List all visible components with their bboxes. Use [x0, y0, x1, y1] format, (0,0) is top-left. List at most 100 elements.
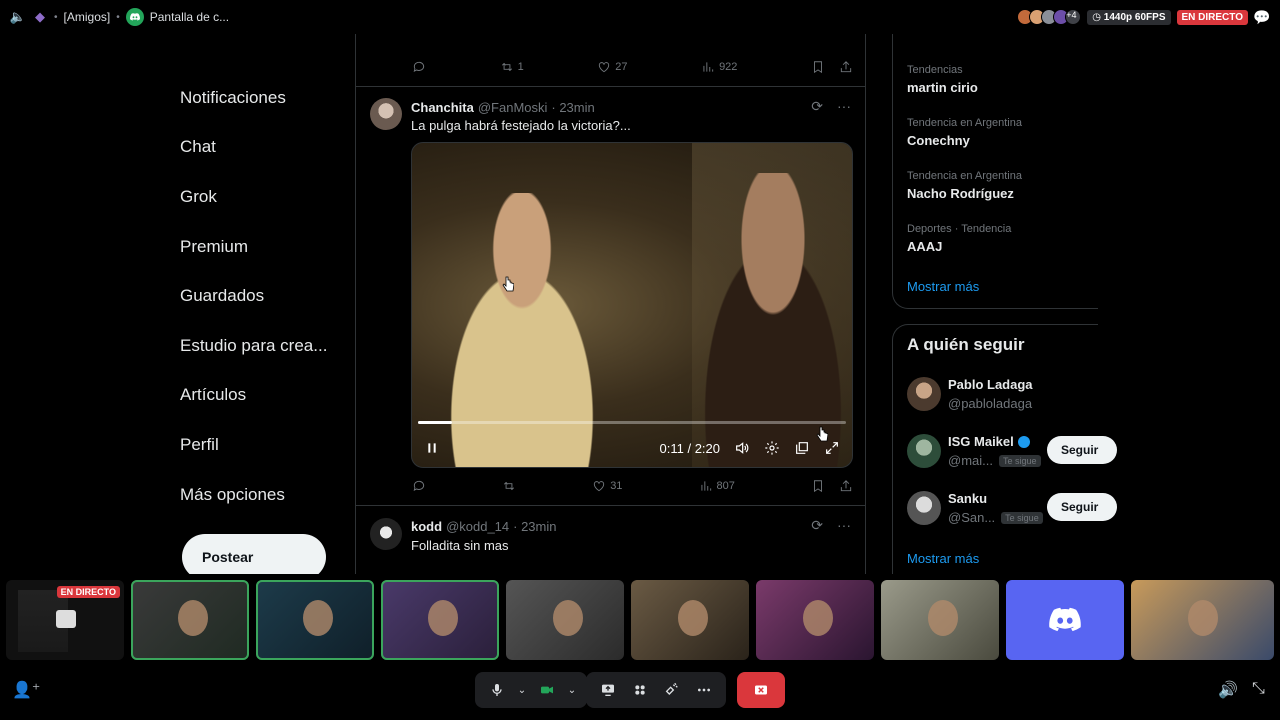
author-name[interactable]: Chanchita — [411, 100, 474, 115]
follow-button[interactable]: Seguir — [1047, 436, 1117, 464]
more-icon[interactable]: ··· — [837, 517, 851, 534]
follow-suggestion[interactable]: Pablo Ladaga @pabloladaga — [907, 377, 1107, 417]
volume-icon[interactable] — [734, 440, 750, 456]
trend-category: Tendencias — [907, 64, 963, 76]
trend-item[interactable]: Tendencias martin cirio — [907, 64, 978, 95]
chat-bubble-icon[interactable]: 💬 — [1253, 9, 1270, 25]
bookmark-icon[interactable] — [811, 479, 825, 493]
screen-share-icon — [602, 684, 614, 696]
participant-tile[interactable] — [506, 580, 624, 660]
disconnect-button[interactable] — [737, 672, 785, 708]
viewer-avatars[interactable]: +4 — [1017, 9, 1082, 25]
tweet-time[interactable]: · 23min — [551, 100, 594, 115]
follow-suggestion[interactable]: Sanku @San... Te sigue Seguir — [907, 491, 1117, 531]
like-button[interactable]: 31 — [592, 479, 622, 493]
follow-button[interactable]: Seguir — [1047, 493, 1117, 521]
trend-item[interactable]: Tendencia en Argentina Conechny — [907, 117, 1022, 148]
video-progress-bar[interactable] — [418, 421, 846, 424]
author-handle[interactable]: @kodd_14 — [446, 519, 509, 534]
more-icon[interactable]: ··· — [837, 98, 851, 115]
reply-button[interactable] — [412, 479, 426, 493]
fullscreen-icon[interactable] — [824, 440, 840, 456]
participant-tile[interactable] — [881, 580, 999, 660]
volume-icon[interactable]: 🔊 — [1218, 680, 1238, 700]
participant-tile[interactable] — [756, 580, 874, 660]
activities-button[interactable] — [626, 676, 654, 704]
stream-view[interactable]: Notificaciones Chat Grok Premium Guardad… — [0, 34, 1280, 574]
repost-button[interactable]: 1 — [500, 60, 524, 74]
follows-you-badge: Te sigue — [998, 454, 1041, 467]
views-button[interactable]: 922 — [701, 60, 737, 74]
panel-title: A quién seguir — [907, 335, 1025, 354]
participant-tile-no-video[interactable] — [1006, 580, 1124, 660]
author-handle[interactable]: @FanMoski — [478, 100, 548, 115]
author-name[interactable]: kodd — [411, 519, 442, 534]
nav-item-bookmarks[interactable]: Guardados — [180, 286, 264, 306]
chevron-down-icon[interactable]: ⌄ — [515, 676, 529, 704]
participant-tile[interactable] — [131, 580, 249, 660]
video-player[interactable]: 0:11 / 2:20 — [411, 142, 853, 468]
speaker-mute-icon[interactable]: 🔈 — [10, 9, 26, 25]
pause-icon[interactable] — [424, 440, 440, 456]
show-more-link[interactable]: Mostrar más — [907, 279, 979, 294]
nav-item-premium[interactable]: Premium — [180, 237, 248, 257]
avatar[interactable] — [370, 98, 402, 130]
show-more-link[interactable]: Mostrar más — [907, 551, 979, 566]
heart-icon — [599, 62, 610, 73]
soundboard-icon — [665, 682, 678, 695]
bookmark-icon[interactable] — [811, 60, 825, 74]
hand-cursor-icon — [502, 276, 514, 292]
nav-item-chat[interactable]: Chat — [180, 137, 216, 157]
like-button[interactable]: 27 — [597, 60, 628, 74]
add-friend-icon[interactable]: 👤⁺ — [12, 680, 40, 700]
soundboard-button[interactable] — [658, 676, 686, 704]
repost-button[interactable] — [502, 479, 516, 493]
user-name: Pablo Ladaga — [948, 377, 1033, 392]
trend-item[interactable]: Deportes · Tendencia AAAJ — [907, 223, 1011, 254]
live-badge: EN DIRECTO — [1176, 9, 1248, 25]
more-options-button[interactable] — [690, 676, 718, 704]
post-button[interactable]: Postear — [182, 534, 326, 574]
video-controls: 0:11 / 2:20 — [412, 435, 852, 461]
nav-item-notifications[interactable]: Notificaciones — [180, 88, 286, 108]
trend-category: Tendencia en Argentina — [907, 170, 1022, 182]
share-icon[interactable] — [839, 60, 853, 74]
settings-gear-icon[interactable] — [764, 440, 780, 456]
activities-icon — [635, 685, 645, 695]
nav-item-grok[interactable]: Grok — [180, 187, 217, 207]
chevron-down-icon[interactable]: ⌄ — [565, 676, 579, 704]
tweet-time[interactable]: · 23min — [513, 519, 556, 534]
breadcrumb: ◆ • [Amigos] • Pantalla de c... — [32, 8, 229, 26]
views-button[interactable]: 807 — [699, 479, 735, 493]
microphone-button[interactable] — [483, 676, 511, 704]
camera-button[interactable] — [533, 676, 561, 704]
stream-title: Pantalla de c... — [149, 10, 230, 24]
trends-panel: Tendencias martin cirio Tendencia en Arg… — [892, 34, 1098, 309]
share-screen-button[interactable] — [594, 676, 622, 704]
grok-icon[interactable]: ⟳ — [811, 98, 823, 115]
tweet-top-icons: ⟳ ··· — [811, 98, 851, 115]
avatar[interactable] — [370, 518, 402, 550]
nav-item-profile[interactable]: Perfil — [180, 435, 219, 455]
participant-tile[interactable] — [256, 580, 374, 660]
view-count: 807 — [716, 480, 735, 492]
exit-fullscreen-icon[interactable]: ⤡ — [1252, 680, 1265, 698]
channel-name[interactable]: [Amigos] — [64, 10, 111, 24]
nav-item-creator-studio[interactable]: Estudio para crea... — [180, 336, 327, 356]
participant-tile-screenshare[interactable]: EN DIRECTO — [6, 580, 124, 660]
nav-item-articles[interactable]: Artículos — [180, 385, 246, 405]
tweet-top-icons: ⟳ ··· — [811, 517, 851, 534]
grok-icon[interactable]: ⟳ — [811, 517, 823, 534]
participant-tile[interactable] — [381, 580, 499, 660]
participant-tile[interactable] — [631, 580, 749, 660]
picture-in-picture-icon[interactable] — [794, 440, 810, 456]
nav-item-more-options[interactable]: Más opciones — [180, 485, 285, 505]
repost-icon — [501, 62, 512, 72]
share-icon[interactable] — [839, 479, 853, 493]
trend-item[interactable]: Tendencia en Argentina Nacho Rodríguez — [907, 170, 1022, 201]
participant-tile[interactable] — [1131, 580, 1274, 660]
x-sidebar-nav: Notificaciones Chat Grok Premium Guardad… — [180, 34, 355, 574]
microphone-icon — [492, 684, 502, 696]
reply-button[interactable] — [412, 60, 426, 74]
follow-suggestion[interactable]: ISG Maikel @mai... Te sigue Seguir — [907, 434, 1117, 474]
